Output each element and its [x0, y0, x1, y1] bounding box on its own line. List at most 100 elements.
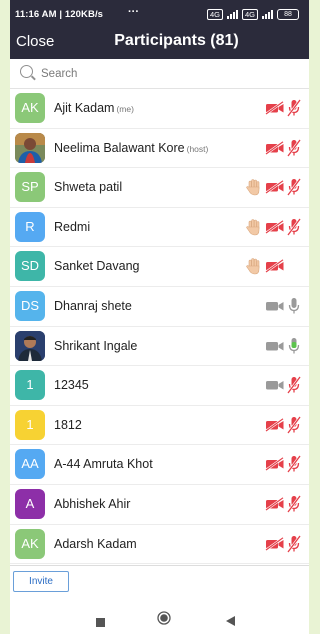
participant-name: A-44 Amruta Khot	[54, 457, 153, 472]
participant-name-group: Dhanraj shete	[54, 299, 132, 313]
participant-row[interactable]: Neelima Balawant Kore (host)	[10, 128, 309, 169]
mic-muted-icon	[287, 218, 301, 236]
participant-name: Shweta patil	[54, 180, 123, 195]
participant-row[interactable]: AA A-44 Amruta Khot	[10, 445, 309, 485]
participant-row[interactable]: DS Dhanraj shete	[10, 286, 309, 327]
video-off-icon	[265, 180, 285, 195]
mic-muted-icon	[287, 178, 301, 196]
participant-row[interactable]: A Abhishek Ahir	[10, 484, 309, 525]
mic-muted-icon	[287, 138, 301, 157]
raised-hand-icon	[245, 257, 263, 275]
page-title: Participants (81)	[114, 32, 239, 49]
participant-role-tag: (host)	[186, 143, 209, 154]
avatar: R	[15, 211, 45, 242]
avatar: AA	[15, 449, 45, 480]
signal-strength-icon	[226, 10, 238, 19]
search-bar[interactable]	[10, 59, 309, 89]
participant-name: 1812	[54, 417, 82, 432]
participant-status-icons	[265, 327, 301, 365]
participant-name-group: Ajit Kadam (me)	[54, 101, 134, 115]
video-on-icon	[265, 378, 285, 392]
search-icon	[20, 65, 33, 78]
avatar: SP	[15, 172, 45, 203]
mic-muted-icon	[287, 495, 301, 513]
participant-row[interactable]: SD Sanket Davang	[10, 247, 309, 287]
invite-button[interactable]: Invite	[13, 571, 69, 592]
participant-name-group: 1812	[54, 418, 82, 432]
network-type-icon: 4G	[206, 9, 223, 20]
participant-row[interactable]: 1 1812	[10, 405, 309, 446]
participant-name-group: 12345	[54, 378, 89, 392]
avatar: DS	[15, 290, 45, 321]
participant-status-icons	[245, 247, 285, 285]
participant-row[interactable]: R Redmi	[10, 207, 309, 248]
zoom-participants-screen: 11:16 AM | 120KB/s ··· 4G 4G 88 Close Pa…	[10, 0, 309, 634]
participant-name: 12345	[54, 378, 89, 393]
avatar: A	[15, 488, 45, 519]
participant-status-icons	[245, 168, 301, 206]
mic-muted-icon	[287, 534, 301, 553]
status-icons: 4G 4G 88	[206, 9, 299, 20]
participant-status-icons	[265, 287, 301, 325]
avatar: SD	[15, 251, 45, 282]
participant-name-group: A-44 Amruta Khot	[54, 457, 153, 471]
back-icon[interactable]	[226, 613, 236, 631]
participant-row[interactable]: Shrikant Ingale	[10, 326, 309, 367]
status-time: 11:16 AM | 120KB/s	[15, 9, 104, 20]
participant-name: Neelima Balawant Kore	[54, 140, 185, 155]
network-type-icon-2: 4G	[241, 9, 258, 20]
search-input[interactable]	[39, 64, 293, 84]
mic-speaking-icon	[287, 337, 301, 355]
mic-muted-icon	[287, 415, 301, 434]
mic-muted-icon	[287, 376, 301, 394]
participant-name: Ajit Kadam	[54, 101, 115, 115]
participant-name-group: Neelima Balawant Kore (host)	[54, 141, 208, 155]
header: 11:16 AM | 120KB/s ··· 4G 4G 88 Close Pa…	[10, 0, 309, 59]
participant-status-icons	[265, 485, 301, 523]
status-more-icon: ···	[128, 6, 139, 18]
video-off-icon	[265, 219, 285, 234]
participant-status-icons	[265, 445, 301, 483]
participant-status-icons	[265, 129, 301, 167]
avatar: 1	[15, 370, 45, 401]
participant-name-group: Redmi	[54, 220, 90, 234]
participant-status-icons	[265, 525, 301, 563]
video-off-icon	[265, 140, 285, 155]
participant-list: AK Ajit Kadam (me) Neelima Balawant Kore (ho…	[10, 89, 309, 565]
video-off-icon	[265, 536, 285, 551]
video-off-icon	[265, 496, 285, 511]
mic-muted-icon	[287, 99, 301, 117]
participant-row[interactable]: AK Ajit Kadam (me)	[10, 89, 309, 129]
avatar: 1	[15, 409, 45, 440]
participant-status-icons	[245, 208, 301, 246]
video-on-icon	[265, 299, 285, 313]
signal-strength-icon-2	[262, 10, 273, 19]
video-off-icon	[265, 457, 285, 472]
participant-row[interactable]: SP Shweta patil	[10, 168, 309, 208]
system-nav-bar	[10, 600, 309, 634]
video-off-icon	[265, 101, 285, 115]
video-on-icon	[265, 339, 285, 353]
mic-on-icon	[287, 297, 301, 315]
participant-row[interactable]: AK Adarsh Kadam	[10, 524, 309, 565]
home-icon[interactable]	[157, 611, 171, 630]
avatar	[15, 132, 45, 163]
participant-role-tag: (me)	[116, 104, 134, 114]
participant-name-group: Abhishek Ahir	[54, 497, 130, 511]
participant-status-icons	[265, 366, 301, 404]
participant-name: Dhanraj shete	[54, 298, 132, 313]
participant-status-icons	[265, 89, 301, 127]
video-off-icon	[265, 259, 285, 274]
participant-row[interactable]: 1 12345	[10, 366, 309, 406]
battery-icon: 88	[277, 9, 299, 20]
raised-hand-icon	[245, 218, 263, 236]
participant-name-group: Shrikant Ingale	[54, 339, 137, 353]
recent-apps-icon[interactable]	[96, 614, 105, 632]
participant-name: Sanket Davang	[54, 259, 140, 274]
participant-name: Redmi	[54, 219, 91, 234]
video-off-icon	[265, 417, 285, 432]
participant-name-group: Adarsh Kadam	[54, 537, 137, 551]
participant-name: Abhishek Ahir	[54, 496, 131, 511]
status-bar: 11:16 AM | 120KB/s ··· 4G 4G 88	[10, 0, 309, 26]
participant-status-icons	[265, 406, 301, 444]
